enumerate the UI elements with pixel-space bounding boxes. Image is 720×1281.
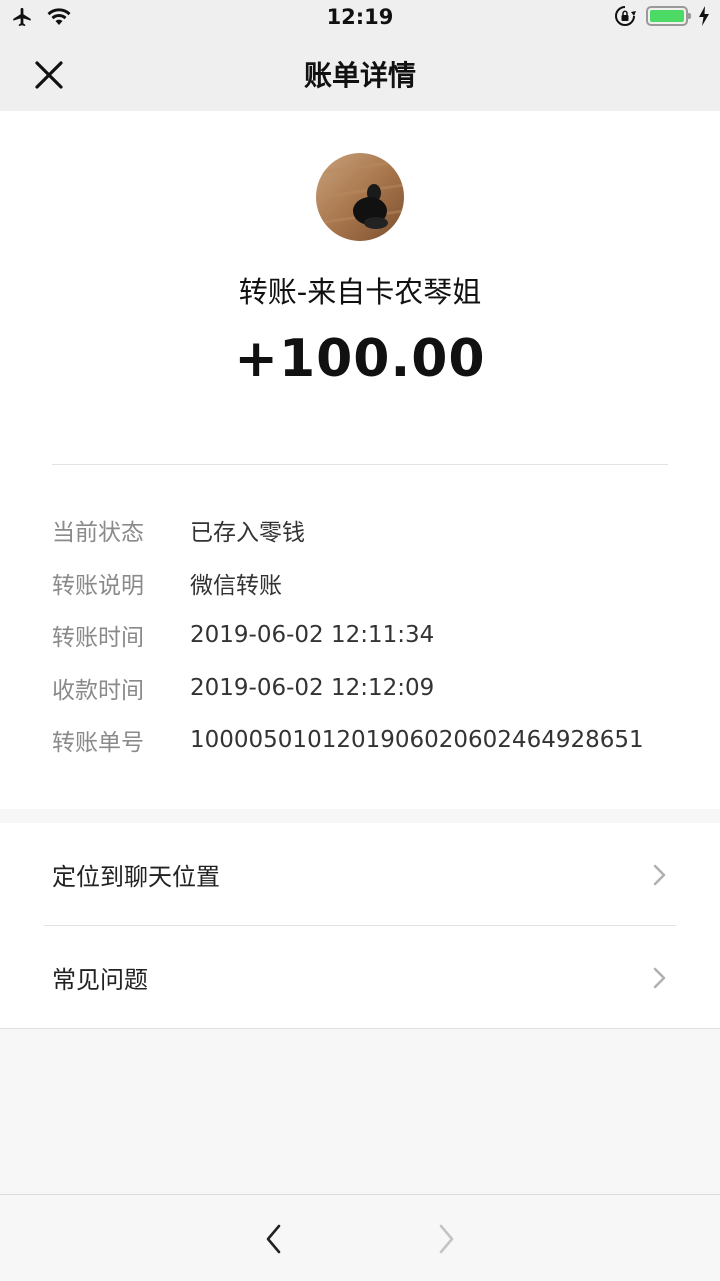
detail-value: 2019-06-02 12:12:09 xyxy=(190,674,435,701)
status-time: 12:19 xyxy=(326,5,394,29)
detail-label: 收款时间 xyxy=(52,677,144,704)
links-list: 定位到聊天位置 常见问题 xyxy=(0,823,720,1029)
rotation-lock-icon xyxy=(615,6,636,26)
detail-row-status: 当前状态 已存入零钱 xyxy=(52,504,672,557)
forward-button[interactable] xyxy=(426,1221,466,1257)
detail-value: 1000050101201906020602464928651 xyxy=(190,727,644,754)
chevron-right-icon xyxy=(653,864,666,886)
locate-chat-link[interactable]: 定位到聊天位置 xyxy=(0,823,720,926)
transfer-details: 当前状态 已存入零钱 转账说明 微信转账 转账时间 2019-06-02 12:… xyxy=(52,504,672,767)
detail-row-transfer-time: 转账时间 2019-06-02 12:11:34 xyxy=(52,609,672,662)
avatar-image xyxy=(316,153,404,241)
detail-label: 转账单号 xyxy=(52,730,144,757)
page-title: 账单详情 xyxy=(303,59,416,92)
status-right-icons xyxy=(614,5,710,27)
detail-label: 转账时间 xyxy=(52,625,144,652)
detail-value: 已存入零钱 xyxy=(190,520,305,547)
back-button[interactable] xyxy=(254,1221,294,1257)
divider xyxy=(52,464,668,465)
transfer-source: 转账-来自卡农琴姐 xyxy=(238,275,482,309)
transfer-card: 转账-来自卡农琴姐 +100.00 当前状态 已存入零钱 转账说明 微信转账 转… xyxy=(0,111,720,809)
detail-row-transaction-id: 转账单号 1000050101201906020602464928651 xyxy=(52,714,672,767)
charging-icon xyxy=(699,6,709,26)
avatar xyxy=(316,153,404,241)
detail-value: 2019-06-02 12:11:34 xyxy=(190,622,435,649)
forward-arrow-icon xyxy=(439,1224,454,1254)
detail-row-receive-time: 收款时间 2019-06-02 12:12:09 xyxy=(52,662,672,715)
faq-link[interactable]: 常见问题 xyxy=(0,926,720,1028)
transfer-amount: +100.00 xyxy=(234,329,486,389)
detail-value: 微信转账 xyxy=(190,572,282,599)
detail-label: 转账说明 xyxy=(52,572,144,599)
battery-level xyxy=(650,10,684,22)
link-label: 常见问题 xyxy=(52,966,148,994)
navigation-bar: 账单详情 xyxy=(0,36,720,111)
status-bar: 12:19 xyxy=(0,0,720,36)
battery-icon xyxy=(646,6,691,26)
detail-label: 当前状态 xyxy=(52,520,144,547)
bottom-toolbar xyxy=(0,1194,720,1281)
detail-row-description: 转账说明 微信转账 xyxy=(52,557,672,610)
chevron-right-icon xyxy=(653,967,666,989)
link-label: 定位到聊天位置 xyxy=(52,863,220,891)
back-arrow-icon xyxy=(266,1224,281,1254)
